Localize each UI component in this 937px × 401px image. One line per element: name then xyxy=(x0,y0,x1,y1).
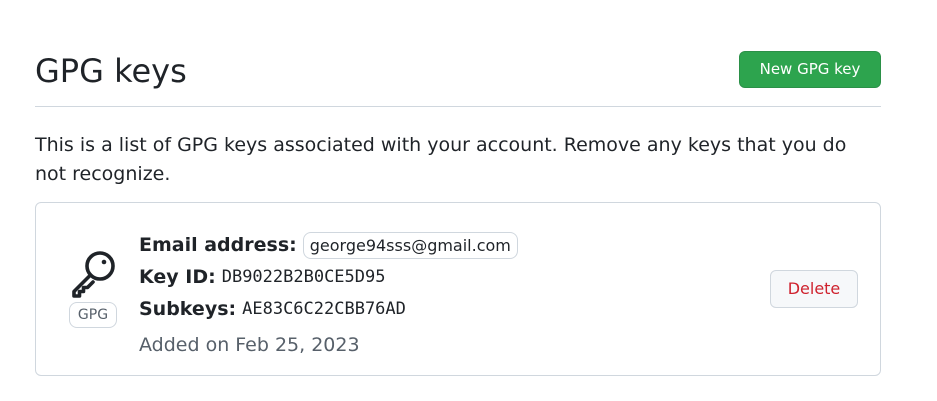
email-address: george94sss@gmail.com xyxy=(302,231,518,259)
subkeys-row: Subkeys: AE83C6C22CBB76AD xyxy=(139,293,518,325)
key-icon xyxy=(69,248,119,298)
email-row: Email address: george94sss@gmail.com xyxy=(139,229,518,261)
key-id-value: DB9022B2B0CE5D95 xyxy=(221,267,386,287)
key-id-label: Key ID: xyxy=(139,266,216,288)
gpg-keys-page: GPG keys New GPG key This is a list of G… xyxy=(0,0,937,401)
new-gpg-key-button[interactable]: New GPG key xyxy=(739,51,881,88)
page-header: GPG keys New GPG key xyxy=(35,50,881,107)
delete-key-button[interactable]: Delete xyxy=(770,270,858,308)
gpg-key-item: GPG Email address: george94sss@gmail.com… xyxy=(35,202,881,376)
key-details: Email address: george94sss@gmail.com Key… xyxy=(139,229,518,361)
gpg-badge: GPG xyxy=(69,302,117,328)
email-label: Email address: xyxy=(139,234,297,256)
subkeys-value: AE83C6C22CBB76AD xyxy=(242,299,406,319)
key-id-row: Key ID: DB9022B2B0CE5D95 xyxy=(139,261,518,293)
subkeys-label: Subkeys: xyxy=(139,298,237,320)
page-description: This is a list of GPG keys associated wi… xyxy=(35,134,847,185)
page-title: GPG keys xyxy=(35,52,187,90)
added-date: Added on Feb 25, 2023 xyxy=(139,334,360,356)
